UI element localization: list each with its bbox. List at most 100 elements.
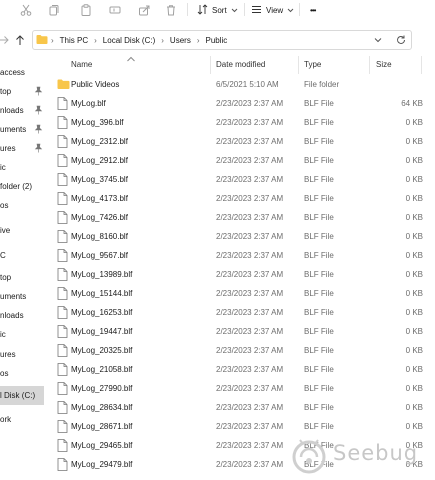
- paste-icon[interactable]: [79, 3, 93, 17]
- file-size: 0 KB: [405, 308, 423, 317]
- column-divider[interactable]: [210, 56, 211, 74]
- seebug-logo-icon: [292, 439, 326, 474]
- file-row[interactable]: MyLog_21058.blf 2/23/2023 2:37 AM BLF File…: [53, 360, 423, 379]
- file-row[interactable]: MyLog_3745.blf 2/23/2023 2:37 AM BLF File 0…: [53, 170, 423, 189]
- file-row[interactable]: MyLog_28671.blf 2/23/2023 2:37 AM BLF File…: [53, 417, 423, 436]
- up-arrow-icon[interactable]: [13, 33, 27, 47]
- forward-icon[interactable]: [0, 33, 11, 47]
- file-row[interactable]: MyLog_27990.blf 2/23/2023 2:37 AM BLF File…: [53, 379, 423, 398]
- file-date-modified: 2/23/2023 2:37 AM: [216, 213, 284, 222]
- column-header-name[interactable]: Name: [71, 60, 92, 69]
- nav-item-label: top: [0, 273, 12, 282]
- nav-item-onedrive[interactable]: ive: [0, 221, 44, 240]
- file-row[interactable]: MyLog.blf 2/23/2023 2:37 AM BLF File 64 KB: [53, 94, 423, 113]
- folder-icon: [36, 34, 48, 47]
- file-date-modified: 2/23/2023 2:37 AM: [216, 194, 284, 203]
- breadcrumb-this-pc[interactable]: This PC: [60, 36, 88, 45]
- file-type: BLF File: [304, 175, 334, 184]
- nav-item-pictures[interactable]: ures: [0, 139, 44, 158]
- copy-icon[interactable]: [47, 3, 61, 17]
- refresh-icon[interactable]: [395, 34, 407, 46]
- file-type: BLF File: [304, 99, 334, 108]
- file-row[interactable]: MyLog_4173.blf 2/23/2023 2:37 AM BLF File 0…: [53, 189, 423, 208]
- column-header-size[interactable]: Size: [376, 60, 392, 69]
- file-type: BLF File: [304, 384, 334, 393]
- rename-icon[interactable]: [108, 3, 122, 17]
- pin-icon: [34, 86, 43, 96]
- nav-item-pc-music[interactable]: ic: [0, 325, 44, 344]
- file-date-modified: 2/23/2023 2:37 AM: [216, 251, 284, 260]
- file-row[interactable]: MyLog_28634.blf 2/23/2023 2:37 AM BLF File…: [53, 398, 423, 417]
- nav-item-pc-videos[interactable]: os: [0, 364, 44, 383]
- column-header-type[interactable]: Type: [304, 60, 321, 69]
- file-name: MyLog_2912.blf: [71, 156, 128, 165]
- file-row[interactable]: MyLog_2312.blf 2/23/2023 2:37 AM BLF File 0…: [53, 132, 423, 151]
- file-date-modified: 2/23/2023 2:37 AM: [216, 403, 284, 412]
- file-date-modified: 2/23/2023 2:37 AM: [216, 346, 284, 355]
- cut-icon[interactable]: [19, 3, 33, 17]
- nav-item-new-folder-2[interactable]: folder (2): [0, 177, 44, 196]
- nav-item-pc-desktop[interactable]: top: [0, 268, 44, 287]
- column-divider[interactable]: [298, 56, 299, 74]
- more-options-button[interactable]: •••: [310, 2, 316, 18]
- navigation-pane: access top nloads uments ures ic folder …: [0, 60, 44, 480]
- file-row[interactable]: MyLog_15144.blf 2/23/2023 2:37 AM BLF File…: [53, 284, 423, 303]
- nav-item-pc-documents[interactable]: uments: [0, 287, 44, 306]
- breadcrumb-users[interactable]: Users: [170, 36, 191, 45]
- nav-item-downloads[interactable]: nloads: [0, 101, 44, 120]
- file-row[interactable]: MyLog_9567.blf 2/23/2023 2:37 AM BLF File 0…: [53, 246, 423, 265]
- file-type: BLF File: [304, 422, 334, 431]
- file-size: 0 KB: [405, 289, 423, 298]
- file-row[interactable]: MyLog_7426.blf 2/23/2023 2:37 AM BLF File 0…: [53, 208, 423, 227]
- file-name: MyLog_28634.blf: [71, 403, 133, 412]
- nav-item-network[interactable]: ork: [0, 410, 44, 429]
- blank-file-icon: [57, 382, 69, 395]
- nav-item-documents[interactable]: uments: [0, 120, 44, 139]
- blank-file-icon: [57, 154, 69, 167]
- file-row[interactable]: MyLog_13989.blf 2/23/2023 2:37 AM BLF File…: [53, 265, 423, 284]
- toolbar-separator: [299, 3, 300, 16]
- seebug-watermark: Seebug: [289, 436, 435, 480]
- pin-icon: [34, 143, 43, 153]
- nav-item-videos[interactable]: os: [0, 196, 44, 215]
- view-button[interactable]: View: [251, 2, 294, 18]
- nav-item-local-disk[interactable]: l Disk (C:): [0, 386, 44, 405]
- file-type: BLF File: [304, 308, 334, 317]
- file-type: BLF File: [304, 156, 334, 165]
- nav-item-label: folder (2): [0, 182, 33, 191]
- address-row: › This PC › Local Disk (C:) › Users › Pu…: [0, 29, 435, 51]
- nav-item-label: nloads: [0, 311, 24, 320]
- file-row[interactable]: MyLog_396.blf 2/23/2023 2:37 AM BLF File 0 …: [53, 113, 423, 132]
- column-header-date[interactable]: Date modified: [216, 60, 265, 69]
- file-row[interactable]: MyLog_16253.blf 2/23/2023 2:37 AM BLF File…: [53, 303, 423, 322]
- file-type: BLF File: [304, 327, 334, 336]
- file-row[interactable]: MyLog_2912.blf 2/23/2023 2:37 AM BLF File 0…: [53, 151, 423, 170]
- nav-item-pc-downloads[interactable]: nloads: [0, 306, 44, 325]
- address-bar[interactable]: › This PC › Local Disk (C:) › Users › Pu…: [32, 30, 412, 50]
- file-row[interactable]: MyLog_20325.blf 2/23/2023 2:37 AM BLF File…: [53, 341, 423, 360]
- blank-file-icon: [57, 363, 69, 376]
- sort-button[interactable]: Sort: [197, 2, 238, 18]
- delete-icon[interactable]: [164, 3, 178, 17]
- breadcrumb-local-disk[interactable]: Local Disk (C:): [103, 36, 155, 45]
- more-icon: •••: [310, 5, 316, 15]
- nav-item-music[interactable]: ic: [0, 158, 44, 177]
- file-row[interactable]: MyLog_8160.blf 2/23/2023 2:37 AM BLF File 0…: [53, 227, 423, 246]
- file-name: MyLog_9567.blf: [71, 251, 128, 260]
- breadcrumb-public[interactable]: Public: [205, 36, 227, 45]
- file-name: MyLog_29479.blf: [71, 460, 133, 469]
- address-history-icon[interactable]: [372, 34, 384, 46]
- nav-item-this-pc[interactable]: C: [0, 246, 44, 265]
- file-size: 0 KB: [405, 384, 423, 393]
- nav-item-quick-access[interactable]: access: [0, 63, 44, 82]
- nav-item-desktop[interactable]: top: [0, 82, 44, 101]
- nav-item-label: uments: [0, 125, 27, 134]
- file-row[interactable]: MyLog_19447.blf 2/23/2023 2:37 AM BLF File…: [53, 322, 423, 341]
- column-divider[interactable]: [369, 56, 370, 74]
- folder-row[interactable]: Public Videos 6/5/2021 5:10 AM File folder: [53, 75, 423, 94]
- file-name: MyLog_7426.blf: [71, 213, 128, 222]
- file-size: 0 KB: [405, 365, 423, 374]
- share-icon[interactable]: [137, 3, 151, 17]
- nav-item-pc-pictures[interactable]: ures: [0, 345, 44, 364]
- column-divider[interactable]: [421, 56, 422, 74]
